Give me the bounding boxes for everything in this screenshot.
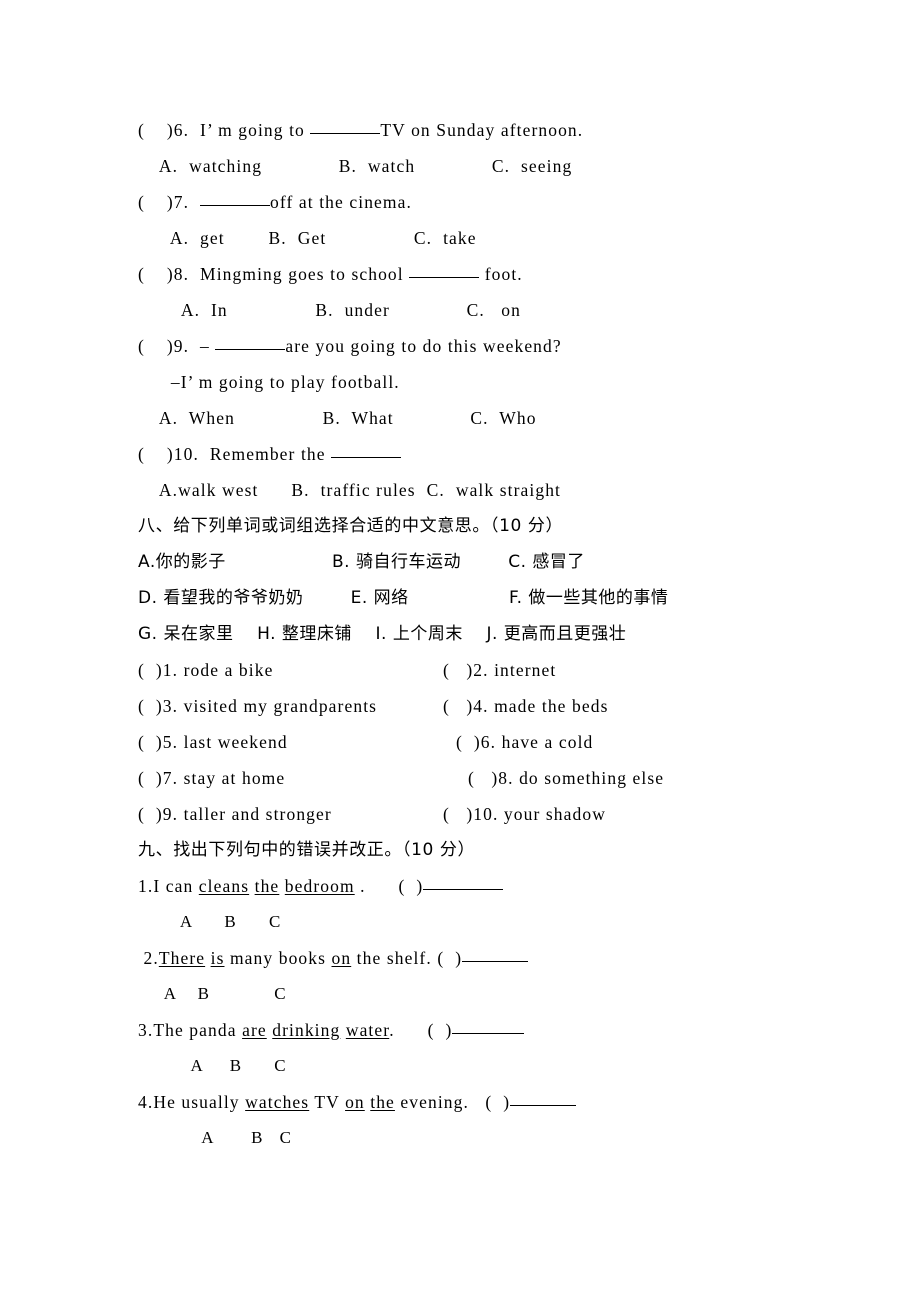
correction-3-answer-blank[interactable] <box>452 1033 525 1034</box>
question-6-stem-after: TV on Sunday afternoon. <box>380 120 584 140</box>
section-eight-choices-def[interactable]: D. 看望我的爷爷奶奶 E. 网络 F. 做一些其他的事情 <box>138 580 838 616</box>
correction-2-answer-paren[interactable]: ( ) <box>437 948 462 968</box>
question-7-stem-after: off at the cinema. <box>270 192 412 212</box>
question-8-options[interactable]: A. In B. under C. on <box>138 292 838 328</box>
correction-1-underline-b[interactable]: the <box>255 876 280 896</box>
correction-3-spacer <box>395 1020 428 1040</box>
match-row: ( )5. last weekend ( )6. have a cold <box>138 724 838 760</box>
question-9-options[interactable]: A. When B. What C. Who <box>138 400 838 436</box>
question-7-blank[interactable] <box>200 205 271 206</box>
match-row: ( )3. visited my grandparents ( )4. made… <box>138 688 838 724</box>
question-9: ( )9. – are you going to do this weekend… <box>138 328 838 364</box>
correction-4-suffix: evening. <box>394 1092 469 1112</box>
correction-3-markers: A B C <box>138 1056 287 1075</box>
question-8-marker: ( )8. <box>138 264 190 284</box>
match-item-3[interactable]: ( )3. visited my grandparents <box>138 688 377 724</box>
section-eight-heading: 八、给下列单词或词组选择合适的中文意思。（10 分） <box>138 516 564 536</box>
question-9-blank[interactable] <box>215 349 286 350</box>
correction-4-answer-paren[interactable]: ( ) <box>485 1092 510 1112</box>
question-10: ( )10. Remember the <box>138 436 838 472</box>
question-6-marker: ( )6. <box>138 120 190 140</box>
question-10-blank[interactable] <box>331 457 402 458</box>
section-nine: 九、找出下列句中的错误并改正。（10 分） 1.I can cleans the… <box>138 832 838 1156</box>
correction-3-underline-b[interactable]: drinking <box>272 1020 340 1040</box>
correction-item-1: 1.I can cleans the bedroom . ( ) <box>138 868 838 904</box>
section-eight-choices-ghij[interactable]: G. 呆在家里 H. 整理床铺 I. 上个周末 J. 更高而且更强壮 <box>138 616 838 652</box>
section-eight: 八、给下列单词或词组选择合适的中文意思。（10 分） A.你的影子 B. 骑自行… <box>138 508 838 832</box>
question-7-options[interactable]: A. get B. Get C. take <box>138 220 838 256</box>
exam-page: ( )6. I’ m going to TV on Sunday afterno… <box>0 0 920 1302</box>
correction-2-number: 2. <box>138 948 159 968</box>
section-nine-heading: 九、找出下列句中的错误并改正。（10 分） <box>138 840 476 860</box>
correction-2-underline-b[interactable]: is <box>211 948 225 968</box>
match-row: ( )1. rode a bike ( )2. internet <box>138 652 838 688</box>
question-7-stem-before <box>189 192 200 212</box>
correction-2-underline-c[interactable]: on <box>332 948 352 968</box>
match-item-7[interactable]: ( )7. stay at home <box>138 760 285 796</box>
correction-2-markers: A B C <box>138 984 287 1003</box>
correction-item-2: 2.There is many books on the shelf. ( ) <box>138 940 838 976</box>
match-item-9[interactable]: ( )9. taller and stronger <box>138 796 332 832</box>
correction-2-underline-a[interactable]: There <box>159 948 205 968</box>
question-10-options[interactable]: A.walk west B. traffic rules C. walk str… <box>138 472 838 508</box>
question-10-marker: ( )10. <box>138 444 199 464</box>
correction-1-suffix: . <box>354 876 366 896</box>
correction-4-gap-1: TV <box>309 1092 346 1112</box>
correction-2-answer-blank[interactable] <box>462 961 529 962</box>
correction-item-4: 4.He usually watches TV on the evening. … <box>138 1084 838 1120</box>
correction-4-markers: A B C <box>138 1128 293 1147</box>
question-8-stem-before: Mingming goes to school <box>189 264 410 284</box>
question-9-marker: ( )9. <box>138 336 190 356</box>
correction-1-markers: A B C <box>138 912 282 931</box>
section-eight-choices-abc[interactable]: A.你的影子 B. 骑自行车运动 C. 感冒了 <box>138 544 838 580</box>
correction-3-underline-c[interactable]: water <box>346 1020 389 1040</box>
correction-1-answer-blank[interactable] <box>423 889 504 890</box>
match-item-6[interactable]: ( )6. have a cold <box>456 724 593 760</box>
match-item-4[interactable]: ( )4. made the beds <box>443 688 608 724</box>
match-row: ( )9. taller and stronger ( )10. your sh… <box>138 796 838 832</box>
question-8-stem-after: foot. <box>479 264 523 284</box>
question-9-stem-before: – <box>189 336 216 356</box>
match-item-2[interactable]: ( )2. internet <box>443 652 556 688</box>
correction-4-underline-b[interactable]: on <box>345 1092 365 1112</box>
correction-1-underline-c[interactable]: bedroom <box>285 876 355 896</box>
correction-4-prefix: He usually <box>153 1092 246 1112</box>
question-9-answer-line: –I’ m going to play football. <box>138 372 400 392</box>
question-8-blank[interactable] <box>409 277 480 278</box>
match-item-10[interactable]: ( )10. your shadow <box>443 796 606 832</box>
correction-item-3: 3.The panda are drinking water. ( ) <box>138 1012 838 1048</box>
correction-1-underline-a[interactable]: cleans <box>199 876 249 896</box>
match-item-5[interactable]: ( )5. last weekend <box>138 724 288 760</box>
correction-4-underline-c[interactable]: the <box>370 1092 395 1112</box>
correction-4-spacer <box>469 1092 485 1112</box>
correction-3-underline-a[interactable]: are <box>242 1020 267 1040</box>
question-8: ( )8. Mingming goes to school foot. <box>138 256 838 292</box>
correction-4-underline-a[interactable]: watches <box>245 1092 309 1112</box>
match-row: ( )7. stay at home ( )8. do something el… <box>138 760 838 796</box>
correction-4-answer-blank[interactable] <box>510 1105 577 1106</box>
question-6-options[interactable]: A. watching B. watch C. seeing <box>138 148 838 184</box>
question-6-stem-before: I’ m going to <box>189 120 311 140</box>
correction-3-number: 3. <box>138 1020 154 1040</box>
question-6-blank[interactable] <box>310 133 381 134</box>
question-7-marker: ( )7. <box>138 192 190 212</box>
correction-4-number: 4. <box>138 1092 154 1112</box>
correction-3-prefix: The panda <box>153 1020 243 1040</box>
correction-3-answer-paren[interactable]: ( ) <box>428 1020 453 1040</box>
section-seven-continued: ( )6. I’ m going to TV on Sunday afterno… <box>138 112 838 508</box>
page-content: ( )6. I’ m going to TV on Sunday afterno… <box>138 112 838 1156</box>
correction-1-spacer <box>366 876 399 896</box>
question-6: ( )6. I’ m going to TV on Sunday afterno… <box>138 112 838 148</box>
question-9-stem-after: are you going to do this weekend? <box>285 336 562 356</box>
question-7: ( )7. off at the cinema. <box>138 184 838 220</box>
correction-2-suffix: the shelf. <box>351 948 432 968</box>
match-item-8[interactable]: ( )8. do something else <box>468 760 664 796</box>
correction-2-gap-2: many books <box>224 948 332 968</box>
correction-1-answer-paren[interactable]: ( ) <box>399 876 424 896</box>
question-10-stem-before: Remember the <box>198 444 332 464</box>
match-item-1[interactable]: ( )1. rode a bike <box>138 652 273 688</box>
